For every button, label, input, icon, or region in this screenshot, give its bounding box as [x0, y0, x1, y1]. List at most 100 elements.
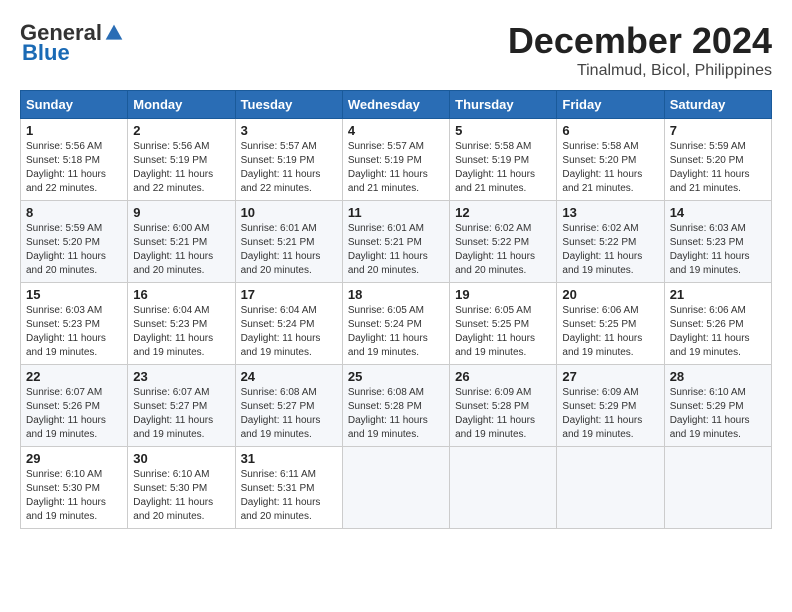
- title-block: December 2024 Tinalmud, Bicol, Philippin…: [508, 20, 772, 80]
- calendar-cell: 9 Sunrise: 6:00 AM Sunset: 5:21 PM Daylig…: [128, 201, 235, 283]
- day-info: Sunrise: 6:03 AM Sunset: 5:23 PM Dayligh…: [26, 305, 106, 358]
- day-number: 29: [26, 451, 122, 466]
- calendar-cell: 26 Sunrise: 6:09 AM Sunset: 5:28 PM Dayli…: [450, 365, 557, 447]
- day-number: 3: [241, 123, 337, 138]
- weekday-header-sunday: Sunday: [21, 91, 128, 119]
- day-number: 2: [133, 123, 229, 138]
- day-number: 1: [26, 123, 122, 138]
- day-number: 12: [455, 205, 551, 220]
- day-info: Sunrise: 6:01 AM Sunset: 5:21 PM Dayligh…: [348, 223, 428, 276]
- calendar-cell: 23 Sunrise: 6:07 AM Sunset: 5:27 PM Dayli…: [128, 365, 235, 447]
- day-info: Sunrise: 6:08 AM Sunset: 5:27 PM Dayligh…: [241, 387, 321, 440]
- calendar-cell: [450, 447, 557, 529]
- calendar-table: SundayMondayTuesdayWednesdayThursdayFrid…: [20, 90, 772, 529]
- day-info: Sunrise: 6:08 AM Sunset: 5:28 PM Dayligh…: [348, 387, 428, 440]
- day-info: Sunrise: 5:57 AM Sunset: 5:19 PM Dayligh…: [348, 141, 428, 194]
- day-number: 10: [241, 205, 337, 220]
- day-info: Sunrise: 6:10 AM Sunset: 5:30 PM Dayligh…: [133, 469, 213, 522]
- calendar-cell: 19 Sunrise: 6:05 AM Sunset: 5:25 PM Dayli…: [450, 283, 557, 365]
- day-number: 30: [133, 451, 229, 466]
- calendar-header: SundayMondayTuesdayWednesdayThursdayFrid…: [21, 91, 772, 119]
- weekday-header-friday: Friday: [557, 91, 664, 119]
- calendar-cell: 6 Sunrise: 5:58 AM Sunset: 5:20 PM Daylig…: [557, 119, 664, 201]
- calendar-cell: 4 Sunrise: 5:57 AM Sunset: 5:19 PM Daylig…: [342, 119, 449, 201]
- day-number: 19: [455, 287, 551, 302]
- calendar-cell: 28Sunrise: 6:10 AM Sunset: 5:29 PM Dayli…: [664, 365, 771, 447]
- calendar-cell: 12Sunrise: 6:02 AM Sunset: 5:22 PM Dayli…: [450, 201, 557, 283]
- day-number: 20: [562, 287, 658, 302]
- day-number: 9: [133, 205, 229, 220]
- month-title: December 2024: [508, 20, 772, 62]
- day-info: Sunrise: 6:10 AM Sunset: 5:30 PM Dayligh…: [26, 469, 106, 522]
- day-number: 6: [562, 123, 658, 138]
- calendar-cell: 21 Sunrise: 6:06 AM Sunset: 5:26 PM Dayli…: [664, 283, 771, 365]
- logo-blue-text: Blue: [22, 40, 70, 66]
- calendar-cell: 3 Sunrise: 5:57 AM Sunset: 5:19 PM Daylig…: [235, 119, 342, 201]
- location-title: Tinalmud, Bicol, Philippines: [508, 62, 772, 80]
- calendar-cell: 17Sunrise: 6:04 AM Sunset: 5:24 PM Dayli…: [235, 283, 342, 365]
- logo-icon: [104, 23, 124, 43]
- day-info: Sunrise: 6:06 AM Sunset: 5:25 PM Dayligh…: [562, 305, 642, 358]
- day-info: Sunrise: 6:00 AM Sunset: 5:21 PM Dayligh…: [133, 223, 213, 276]
- calendar-body: 1 Sunrise: 5:56 AM Sunset: 5:18 PM Daylig…: [21, 119, 772, 529]
- day-number: 16: [133, 287, 229, 302]
- day-number: 26: [455, 369, 551, 384]
- calendar-cell: 14 Sunrise: 6:03 AM Sunset: 5:23 PM Dayli…: [664, 201, 771, 283]
- logo: General Blue: [20, 20, 124, 66]
- day-info: Sunrise: 6:09 AM Sunset: 5:29 PM Dayligh…: [562, 387, 642, 440]
- day-number: 13: [562, 205, 658, 220]
- day-info: Sunrise: 6:05 AM Sunset: 5:25 PM Dayligh…: [455, 305, 535, 358]
- calendar-cell: 29 Sunrise: 6:10 AM Sunset: 5:30 PM Dayli…: [21, 447, 128, 529]
- day-info: Sunrise: 6:06 AM Sunset: 5:26 PM Dayligh…: [670, 305, 750, 358]
- calendar-cell: 1 Sunrise: 5:56 AM Sunset: 5:18 PM Daylig…: [21, 119, 128, 201]
- day-info: Sunrise: 5:56 AM Sunset: 5:19 PM Dayligh…: [133, 141, 213, 194]
- day-info: Sunrise: 5:57 AM Sunset: 5:19 PM Dayligh…: [241, 141, 321, 194]
- day-number: 23: [133, 369, 229, 384]
- day-info: Sunrise: 6:07 AM Sunset: 5:27 PM Dayligh…: [133, 387, 213, 440]
- day-info: Sunrise: 6:05 AM Sunset: 5:24 PM Dayligh…: [348, 305, 428, 358]
- day-number: 14: [670, 205, 766, 220]
- day-number: 15: [26, 287, 122, 302]
- calendar-week-row: 8 Sunrise: 5:59 AM Sunset: 5:20 PM Daylig…: [21, 201, 772, 283]
- day-info: Sunrise: 6:10 AM Sunset: 5:29 PM Dayligh…: [670, 387, 750, 440]
- day-number: 4: [348, 123, 444, 138]
- day-info: Sunrise: 6:03 AM Sunset: 5:23 PM Dayligh…: [670, 223, 750, 276]
- calendar-week-row: 29 Sunrise: 6:10 AM Sunset: 5:30 PM Dayli…: [21, 447, 772, 529]
- day-info: Sunrise: 6:04 AM Sunset: 5:23 PM Dayligh…: [133, 305, 213, 358]
- weekday-header-row: SundayMondayTuesdayWednesdayThursdayFrid…: [21, 91, 772, 119]
- weekday-header-tuesday: Tuesday: [235, 91, 342, 119]
- day-number: 7: [670, 123, 766, 138]
- calendar-cell: 2 Sunrise: 5:56 AM Sunset: 5:19 PM Daylig…: [128, 119, 235, 201]
- calendar-cell: 10 Sunrise: 6:01 AM Sunset: 5:21 PM Dayli…: [235, 201, 342, 283]
- calendar-cell: [557, 447, 664, 529]
- calendar-cell: 22 Sunrise: 6:07 AM Sunset: 5:26 PM Dayli…: [21, 365, 128, 447]
- header: General Blue December 2024 Tinalmud, Bic…: [20, 20, 772, 80]
- day-info: Sunrise: 5:56 AM Sunset: 5:18 PM Dayligh…: [26, 141, 106, 194]
- calendar-cell: 11Sunrise: 6:01 AM Sunset: 5:21 PM Dayli…: [342, 201, 449, 283]
- day-info: Sunrise: 6:02 AM Sunset: 5:22 PM Dayligh…: [562, 223, 642, 276]
- calendar-cell: 15 Sunrise: 6:03 AM Sunset: 5:23 PM Dayli…: [21, 283, 128, 365]
- day-number: 5: [455, 123, 551, 138]
- calendar-cell: 18Sunrise: 6:05 AM Sunset: 5:24 PM Dayli…: [342, 283, 449, 365]
- calendar-cell: 16 Sunrise: 6:04 AM Sunset: 5:23 PM Dayli…: [128, 283, 235, 365]
- day-info: Sunrise: 5:59 AM Sunset: 5:20 PM Dayligh…: [670, 141, 750, 194]
- day-info: Sunrise: 6:09 AM Sunset: 5:28 PM Dayligh…: [455, 387, 535, 440]
- calendar-cell: 25 Sunrise: 6:08 AM Sunset: 5:28 PM Dayli…: [342, 365, 449, 447]
- day-number: 24: [241, 369, 337, 384]
- day-number: 21: [670, 287, 766, 302]
- day-info: Sunrise: 6:04 AM Sunset: 5:24 PM Dayligh…: [241, 305, 321, 358]
- day-number: 31: [241, 451, 337, 466]
- day-info: Sunrise: 5:58 AM Sunset: 5:20 PM Dayligh…: [562, 141, 642, 194]
- day-number: 22: [26, 369, 122, 384]
- day-info: Sunrise: 6:01 AM Sunset: 5:21 PM Dayligh…: [241, 223, 321, 276]
- day-number: 25: [348, 369, 444, 384]
- weekday-header-wednesday: Wednesday: [342, 91, 449, 119]
- calendar-cell: 27 Sunrise: 6:09 AM Sunset: 5:29 PM Dayli…: [557, 365, 664, 447]
- calendar-cell: 7 Sunrise: 5:59 AM Sunset: 5:20 PM Daylig…: [664, 119, 771, 201]
- day-info: Sunrise: 5:59 AM Sunset: 5:20 PM Dayligh…: [26, 223, 106, 276]
- day-number: 8: [26, 205, 122, 220]
- day-info: Sunrise: 6:07 AM Sunset: 5:26 PM Dayligh…: [26, 387, 106, 440]
- weekday-header-thursday: Thursday: [450, 91, 557, 119]
- calendar-cell: 8 Sunrise: 5:59 AM Sunset: 5:20 PM Daylig…: [21, 201, 128, 283]
- day-number: 27: [562, 369, 658, 384]
